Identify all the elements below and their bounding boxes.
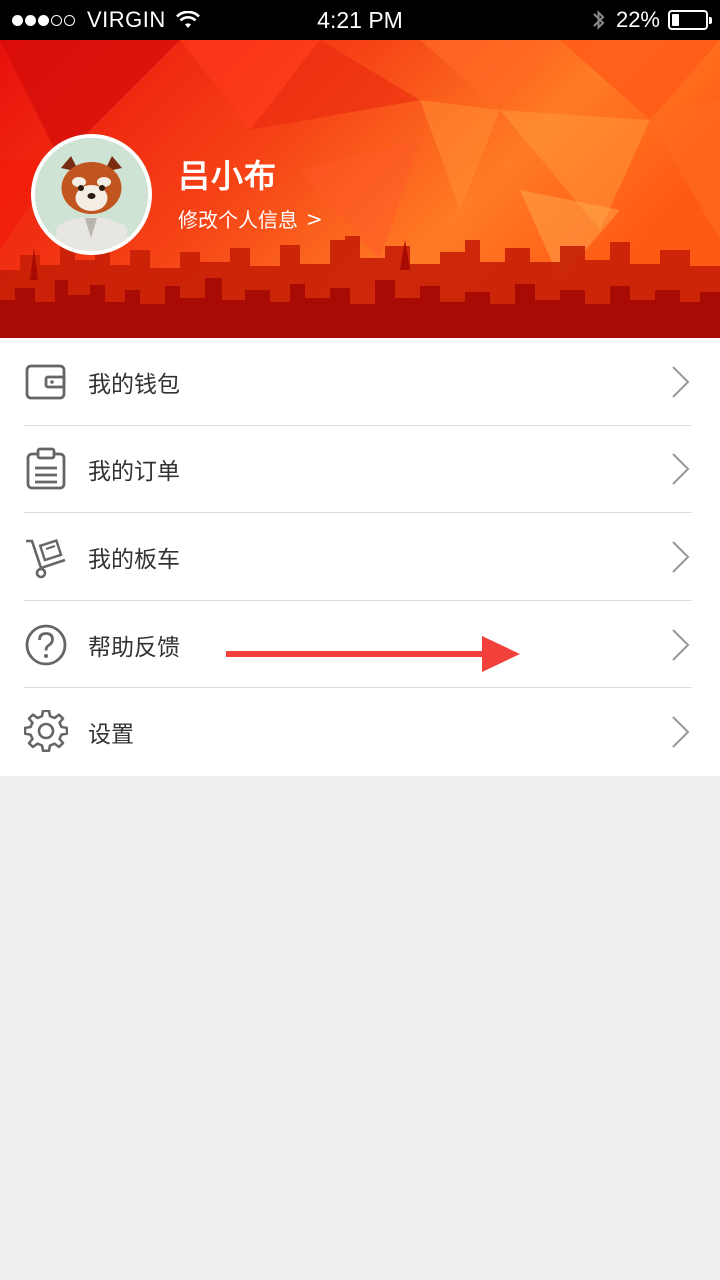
menu-label-orders: 我的订单 bbox=[88, 459, 180, 486]
profile-header: 吕小布 修改个人信息 > bbox=[0, 40, 720, 338]
red-panda-avatar bbox=[35, 138, 148, 251]
menu-item-wallet[interactable]: 我的钱包 bbox=[0, 338, 720, 426]
gear-icon bbox=[24, 710, 68, 753]
chevron-right-icon bbox=[672, 541, 690, 573]
chevron-right-icon bbox=[672, 628, 690, 661]
status-right: 22% bbox=[592, 0, 712, 40]
help-icon bbox=[25, 624, 67, 665]
battery-percent: 22% bbox=[615, 7, 660, 32]
bluetooth-icon bbox=[593, 10, 605, 30]
hand-truck-icon bbox=[26, 539, 66, 579]
status-bar: VIRGIN 4:21 PM 22% bbox=[0, 0, 720, 40]
menu-label-settings: 设置 bbox=[88, 722, 134, 749]
edit-profile-label: 修改个人信息 bbox=[178, 208, 298, 232]
annotation-arrow-icon bbox=[226, 636, 520, 672]
chevron-right-icon bbox=[672, 366, 690, 398]
battery-icon bbox=[668, 10, 712, 30]
menu-item-orders[interactable]: 我的订单 bbox=[0, 426, 720, 514]
menu-item-cart[interactable]: 我的板车 bbox=[0, 513, 720, 601]
edit-profile-link[interactable]: 修改个人信息 > bbox=[178, 204, 323, 233]
menu-label-help: 帮助反馈 bbox=[88, 634, 180, 661]
menu-label-wallet: 我的钱包 bbox=[88, 371, 180, 398]
user-name: 吕小布 bbox=[178, 157, 278, 195]
battery-fill bbox=[672, 14, 679, 26]
avatar[interactable] bbox=[31, 134, 152, 255]
menu-label-cart: 我的板车 bbox=[88, 546, 180, 573]
chevron-right-icon bbox=[672, 453, 690, 486]
chevron-right-icon bbox=[672, 716, 690, 748]
menu-item-settings[interactable]: 设置 bbox=[0, 688, 720, 776]
menu-list: 我的钱包 我的订单 我的板车 帮助反馈 设置 bbox=[0, 338, 720, 776]
edit-profile-arrow: > bbox=[306, 206, 323, 231]
clipboard-icon bbox=[26, 447, 66, 490]
wallet-icon bbox=[25, 364, 66, 400]
